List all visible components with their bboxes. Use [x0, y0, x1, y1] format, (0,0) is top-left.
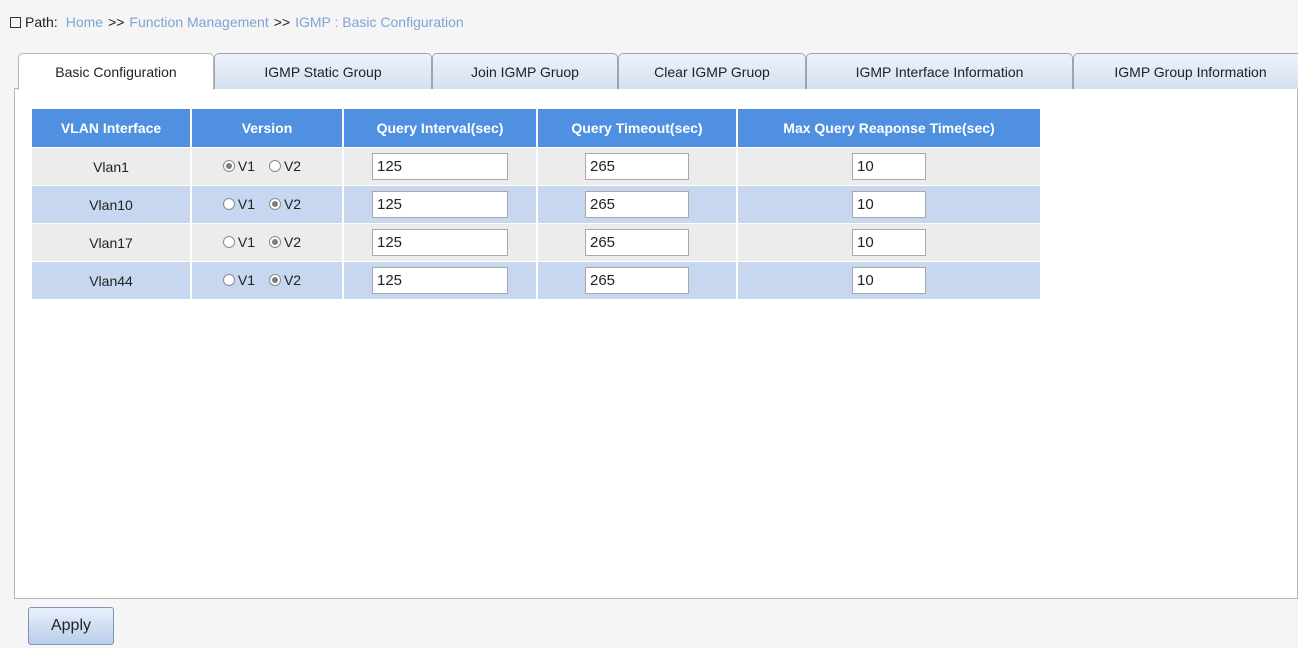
tab-clear-igmp-group[interactable]: Clear IGMP Gruop [618, 53, 806, 89]
version-cell: V1 V2 [191, 147, 344, 186]
query-timeout-cell [537, 185, 738, 224]
version-v1-radio[interactable]: V1 [222, 196, 255, 212]
version-v1-radio[interactable]: V1 [222, 234, 255, 250]
version-v2-radio[interactable]: V2 [268, 158, 301, 174]
max-response-input[interactable] [852, 267, 926, 294]
breadcrumb-current: IGMP : Basic Configuration [295, 14, 464, 30]
version-v2-radio[interactable]: V2 [268, 234, 301, 250]
table-row: Vlan44 V1 V2 [32, 261, 1040, 299]
query-timeout-input[interactable] [585, 153, 689, 180]
max-response-input[interactable] [852, 229, 926, 256]
radio-unchecked-icon [222, 198, 235, 210]
radio-unchecked-icon [222, 236, 235, 248]
max-response-input[interactable] [852, 191, 926, 218]
max-response-cell [737, 185, 1040, 224]
vlan-cell: Vlan17 [32, 223, 192, 262]
table-row: Vlan17 V1 V2 [32, 223, 1040, 262]
query-timeout-input[interactable] [585, 267, 689, 294]
path-square-icon [10, 16, 21, 28]
max-response-input[interactable] [852, 153, 926, 180]
version-v1-radio[interactable]: V1 [222, 158, 255, 174]
version-v1-radio[interactable]: V1 [222, 272, 255, 288]
breadcrumb-function-management[interactable]: Function Management [129, 14, 268, 30]
query-interval-input[interactable] [372, 229, 508, 256]
query-timeout-input[interactable] [585, 229, 689, 256]
column-header-max-response: Max Query Reaponse Time(sec) [737, 109, 1040, 148]
vlan-cell: Vlan44 [32, 261, 192, 299]
breadcrumb-home[interactable]: Home [66, 14, 103, 30]
query-interval-input[interactable] [372, 191, 508, 218]
version-cell: V1 V2 [191, 261, 344, 299]
radio-checked-icon [222, 160, 235, 172]
tab-igmp-static-group[interactable]: IGMP Static Group [214, 53, 432, 89]
column-header-vlan-interface: VLAN Interface [32, 109, 192, 148]
table-header-row: VLAN Interface Version Query Interval(se… [32, 109, 1040, 148]
column-header-version: Version [191, 109, 344, 148]
vlan-cell: Vlan10 [32, 185, 192, 224]
radio-checked-icon [268, 236, 281, 248]
apply-button[interactable]: Apply [28, 607, 114, 645]
query-interval-input[interactable] [372, 153, 508, 180]
query-timeout-input[interactable] [585, 191, 689, 218]
breadcrumb: Path: Home >> Function Management >> IGM… [10, 12, 464, 32]
query-interval-input[interactable] [372, 267, 508, 294]
max-response-cell [737, 147, 1040, 186]
query-interval-cell [343, 147, 538, 186]
version-v2-radio[interactable]: V2 [268, 272, 301, 288]
column-header-query-interval: Query Interval(sec) [343, 109, 538, 148]
query-timeout-cell [537, 261, 738, 299]
tab-join-igmp-group[interactable]: Join IGMP Gruop [432, 53, 618, 89]
breadcrumb-separator: >> [108, 14, 125, 30]
query-interval-cell [343, 223, 538, 262]
version-v2-radio[interactable]: V2 [268, 196, 301, 212]
query-timeout-cell [537, 223, 738, 262]
igmp-config-table: VLAN Interface Version Query Interval(se… [32, 109, 1040, 299]
table-row: Vlan10 V1 V2 [32, 185, 1040, 224]
tab-igmp-group-information[interactable]: IGMP Group Information [1073, 53, 1298, 89]
radio-unchecked-icon [268, 160, 281, 172]
version-cell: V1 V2 [191, 185, 344, 224]
radio-checked-icon [268, 198, 281, 210]
version-cell: V1 V2 [191, 223, 344, 262]
radio-checked-icon [268, 274, 281, 286]
path-label: Path: [25, 14, 58, 30]
query-interval-cell [343, 261, 538, 299]
tab-igmp-interface-information[interactable]: IGMP Interface Information [806, 53, 1073, 89]
column-header-query-timeout: Query Timeout(sec) [537, 109, 738, 148]
radio-unchecked-icon [222, 274, 235, 286]
query-interval-cell [343, 185, 538, 224]
breadcrumb-separator: >> [273, 14, 291, 30]
max-response-cell [737, 223, 1040, 262]
table-row: Vlan1 V1 V2 [32, 147, 1040, 186]
vlan-cell: Vlan1 [32, 147, 192, 186]
max-response-cell [737, 261, 1040, 299]
tab-basic-configuration[interactable]: Basic Configuration [18, 53, 214, 90]
query-timeout-cell [537, 147, 738, 186]
